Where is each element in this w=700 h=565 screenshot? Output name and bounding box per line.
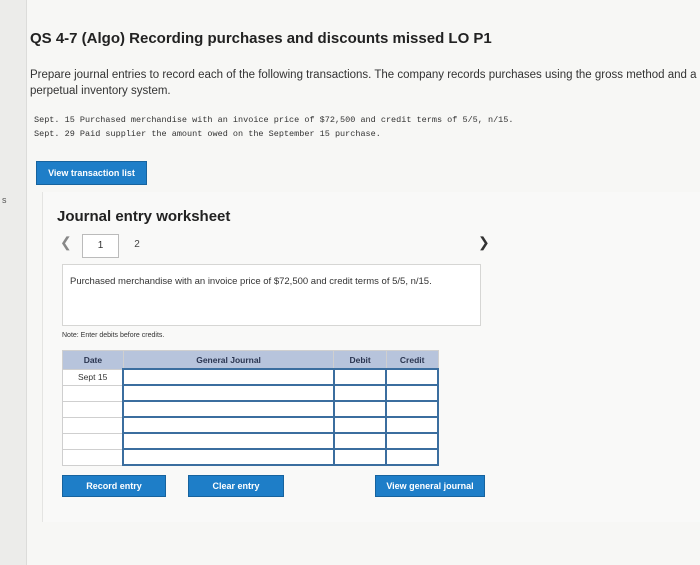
transaction-list: Sept. 15 Purchased merchandise with an i… <box>34 113 513 141</box>
table-row <box>62 432 439 450</box>
col-credit: Credit <box>385 350 439 370</box>
col-general-journal: General Journal <box>122 350 335 370</box>
account-input[interactable] <box>122 416 335 434</box>
chevron-right-icon[interactable]: ❯ <box>478 234 490 251</box>
journal-table: Date General Journal Debit Credit Sept 1… <box>62 350 439 466</box>
account-input[interactable] <box>122 448 335 466</box>
record-entry-button[interactable]: Record entry <box>62 475 166 497</box>
credit-input[interactable] <box>385 368 439 386</box>
transaction-1: Sept. 15 Purchased merchandise with an i… <box>34 115 514 125</box>
page: s QS 4-7 (Algo) Recording purchases and … <box>0 0 700 565</box>
transaction-2: Sept. 29 Paid supplier the amount owed o… <box>34 129 381 139</box>
table-row <box>62 384 439 402</box>
view-general-journal-button[interactable]: View general journal <box>375 475 485 497</box>
credit-input[interactable] <box>385 448 439 466</box>
journal-header-row: Date General Journal Debit Credit <box>62 350 439 370</box>
account-input[interactable] <box>122 384 335 402</box>
table-row <box>62 400 439 418</box>
table-row: Sept 15 <box>62 368 439 386</box>
view-transaction-list-button[interactable]: View transaction list <box>36 161 147 185</box>
credit-input[interactable] <box>385 400 439 418</box>
account-input[interactable] <box>122 368 335 386</box>
debit-input[interactable] <box>332 368 388 386</box>
table-row <box>62 416 439 434</box>
credit-input[interactable] <box>385 384 439 402</box>
date-cell <box>62 432 124 450</box>
tab-2[interactable]: 2 <box>119 234 155 258</box>
col-date: Date <box>62 350 124 370</box>
worksheet-title: Journal entry worksheet <box>57 208 231 225</box>
note: Note: Enter debits before credits. <box>62 332 165 339</box>
transaction-description: Purchased merchandise with an invoice pr… <box>62 264 481 326</box>
debit-input[interactable] <box>332 448 388 466</box>
credit-input[interactable] <box>385 416 439 434</box>
date-cell <box>62 384 124 402</box>
instructions: Prepare journal entries to record each o… <box>30 69 697 97</box>
date-cell <box>62 448 124 466</box>
left-sidebar-edge <box>0 0 27 565</box>
clear-entry-button[interactable]: Clear entry <box>188 475 284 497</box>
table-row <box>62 448 439 466</box>
account-input[interactable] <box>122 400 335 418</box>
date-cell <box>62 416 124 434</box>
tab-1[interactable]: 1 <box>82 234 119 258</box>
col-debit: Debit <box>333 350 387 370</box>
debit-input[interactable] <box>332 432 388 450</box>
sidebar-mark: s <box>2 195 7 205</box>
page-title: QS 4-7 (Algo) Recording purchases and di… <box>30 30 492 47</box>
account-input[interactable] <box>122 432 335 450</box>
debit-input[interactable] <box>332 384 388 402</box>
chevron-left-icon[interactable]: ❮ <box>60 234 72 251</box>
date-cell <box>62 400 124 418</box>
debit-input[interactable] <box>332 416 388 434</box>
debit-input[interactable] <box>332 400 388 418</box>
date-cell: Sept 15 <box>62 368 124 386</box>
credit-input[interactable] <box>385 432 439 450</box>
